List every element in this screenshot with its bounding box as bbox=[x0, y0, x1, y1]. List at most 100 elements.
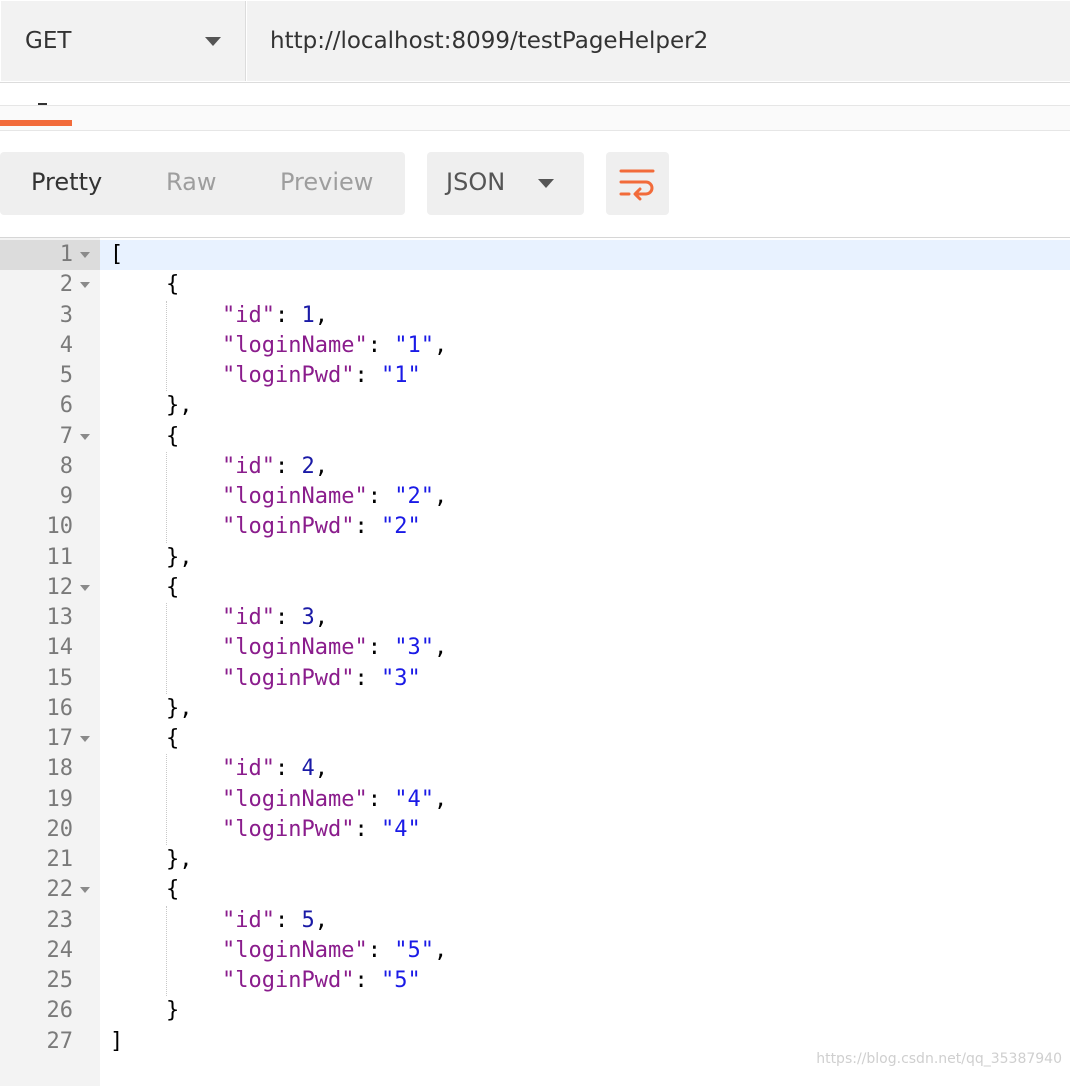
token-punc: , bbox=[314, 756, 328, 782]
token-punc: : bbox=[354, 363, 381, 388]
wrap-lines-icon bbox=[619, 169, 655, 201]
token-punc: : bbox=[367, 484, 395, 509]
code-text: "id": 1, bbox=[222, 301, 328, 331]
tab-preview[interactable]: Preview bbox=[280, 168, 373, 196]
line-number: 19 bbox=[46, 786, 74, 812]
code-text: "loginPwd": "5" bbox=[222, 966, 421, 996]
divider bbox=[0, 82, 1070, 83]
fold-toggle-icon[interactable] bbox=[80, 736, 90, 742]
token-punc: [ bbox=[110, 242, 124, 267]
token-num: 3 bbox=[301, 605, 315, 630]
token-punc: }, bbox=[166, 393, 193, 419]
code-text: }, bbox=[166, 543, 193, 573]
fold-toggle-icon[interactable] bbox=[80, 252, 90, 258]
response-body-editor[interactable]: 1[2{3 "id": 1, 4 "loginName": "1", 5 "loginPw… bbox=[0, 237, 1070, 1086]
token-punc: : bbox=[354, 665, 381, 691]
fold-toggle-icon[interactable] bbox=[80, 887, 90, 894]
fold-toggle-icon[interactable] bbox=[80, 433, 90, 440]
token-key: "id" bbox=[222, 907, 275, 933]
fold-toggle-icon[interactable] bbox=[80, 584, 90, 591]
line-number: 16 bbox=[46, 695, 74, 721]
line-number: 1 bbox=[59, 242, 73, 267]
token-punc: : bbox=[274, 302, 302, 328]
token-key: "loginName" bbox=[222, 332, 368, 358]
token-key: "id" bbox=[222, 605, 275, 630]
token-num: 1 bbox=[301, 302, 315, 328]
code-line: 13 "id": 3, bbox=[0, 603, 1070, 633]
code-text: "loginName": "2", bbox=[222, 482, 447, 512]
fold-toggle-icon[interactable] bbox=[80, 282, 90, 289]
token-str: "5" bbox=[380, 968, 421, 993]
line-number: 6 bbox=[59, 393, 73, 419]
tab-pretty[interactable]: Pretty bbox=[31, 168, 102, 196]
line-number: 8 bbox=[59, 453, 73, 479]
token-punc: : bbox=[367, 786, 395, 812]
code-line: 14 "loginName": "3", bbox=[0, 633, 1070, 663]
line-number: 13 bbox=[46, 605, 74, 630]
code-line: 17 { bbox=[0, 724, 1070, 754]
active-tab-indicator bbox=[0, 120, 72, 126]
code-line: 9 "loginName": "2", bbox=[0, 482, 1070, 512]
token-punc: : bbox=[354, 816, 381, 842]
token-str: "4" bbox=[394, 786, 434, 812]
line-number: 18 bbox=[46, 756, 74, 782]
line-number: 27 bbox=[46, 1028, 74, 1054]
code-text: { bbox=[166, 875, 179, 905]
chevron-down-icon bbox=[538, 179, 554, 188]
token-key: "loginPwd" bbox=[222, 665, 355, 691]
method-select[interactable]: GET bbox=[1, 1, 246, 81]
code-text: }, bbox=[166, 845, 193, 875]
code-text: "loginName": "3", bbox=[222, 633, 447, 663]
code-text: "loginName": "1", bbox=[222, 331, 447, 361]
token-key: "loginPwd" bbox=[222, 514, 355, 540]
line-number: 12 bbox=[46, 574, 74, 600]
token-key: "loginName" bbox=[222, 484, 368, 509]
url-input[interactable]: http://localhost:8099/testPageHelper2 bbox=[247, 1, 1070, 81]
token-punc: { bbox=[166, 272, 180, 298]
code-line: 1[ bbox=[0, 240, 1070, 270]
token-str: "3" bbox=[394, 635, 434, 661]
token-punc: , bbox=[314, 302, 328, 328]
tab-raw[interactable]: Raw bbox=[166, 168, 216, 196]
line-number: 17 bbox=[46, 726, 74, 751]
token-punc: }, bbox=[166, 847, 193, 872]
line-number: 4 bbox=[59, 332, 73, 358]
code-text: "loginName": "5", bbox=[222, 936, 447, 966]
token-str: "1" bbox=[394, 332, 434, 358]
code-line: 4 "loginName": "1", bbox=[0, 331, 1070, 361]
line-number: 2 bbox=[59, 272, 73, 298]
code-line: 26} bbox=[0, 996, 1070, 1026]
code-line: 8 "id": 2, bbox=[0, 452, 1070, 482]
code-line: 22 { bbox=[0, 875, 1070, 905]
code-text: [ bbox=[110, 240, 123, 270]
code-line: 18 "id": 4, bbox=[0, 754, 1070, 784]
code-text: "id": 2, bbox=[222, 452, 328, 482]
code-text: } bbox=[166, 996, 179, 1026]
token-num: 5 bbox=[301, 907, 315, 933]
code-line: 15 "loginPwd": "3" bbox=[0, 664, 1070, 694]
token-key: "loginName" bbox=[222, 635, 368, 661]
token-punc: , bbox=[433, 937, 448, 963]
token-punc: } bbox=[166, 998, 180, 1024]
token-num: 2 bbox=[301, 453, 315, 479]
token-punc: }, bbox=[166, 695, 193, 721]
request-bar: GET http://localhost:8099/testPageHelper… bbox=[0, 0, 1070, 83]
code-line: 5 "loginPwd": "1" bbox=[0, 361, 1070, 391]
wrap-lines-button[interactable] bbox=[606, 152, 669, 215]
line-number: 5 bbox=[59, 363, 73, 388]
code-text: "loginPwd": "1" bbox=[222, 361, 421, 391]
code-text: { bbox=[166, 270, 179, 300]
token-punc: { bbox=[166, 877, 180, 903]
code-line: 3 "id": 1, bbox=[0, 301, 1070, 331]
line-number: 14 bbox=[46, 635, 74, 661]
line-number: 25 bbox=[46, 968, 74, 993]
format-select[interactable]: JSON bbox=[427, 152, 584, 215]
token-punc: , bbox=[433, 484, 448, 509]
url-value: http://localhost:8099/testPageHelper2 bbox=[270, 28, 709, 54]
line-number: 20 bbox=[46, 816, 74, 842]
code-line: 19 "loginName": "4", bbox=[0, 785, 1070, 815]
token-num: 4 bbox=[301, 756, 315, 782]
token-punc: : bbox=[274, 605, 302, 630]
code-text: "loginName": "4", bbox=[222, 785, 447, 815]
code-text: "loginPwd": "4" bbox=[222, 815, 421, 845]
